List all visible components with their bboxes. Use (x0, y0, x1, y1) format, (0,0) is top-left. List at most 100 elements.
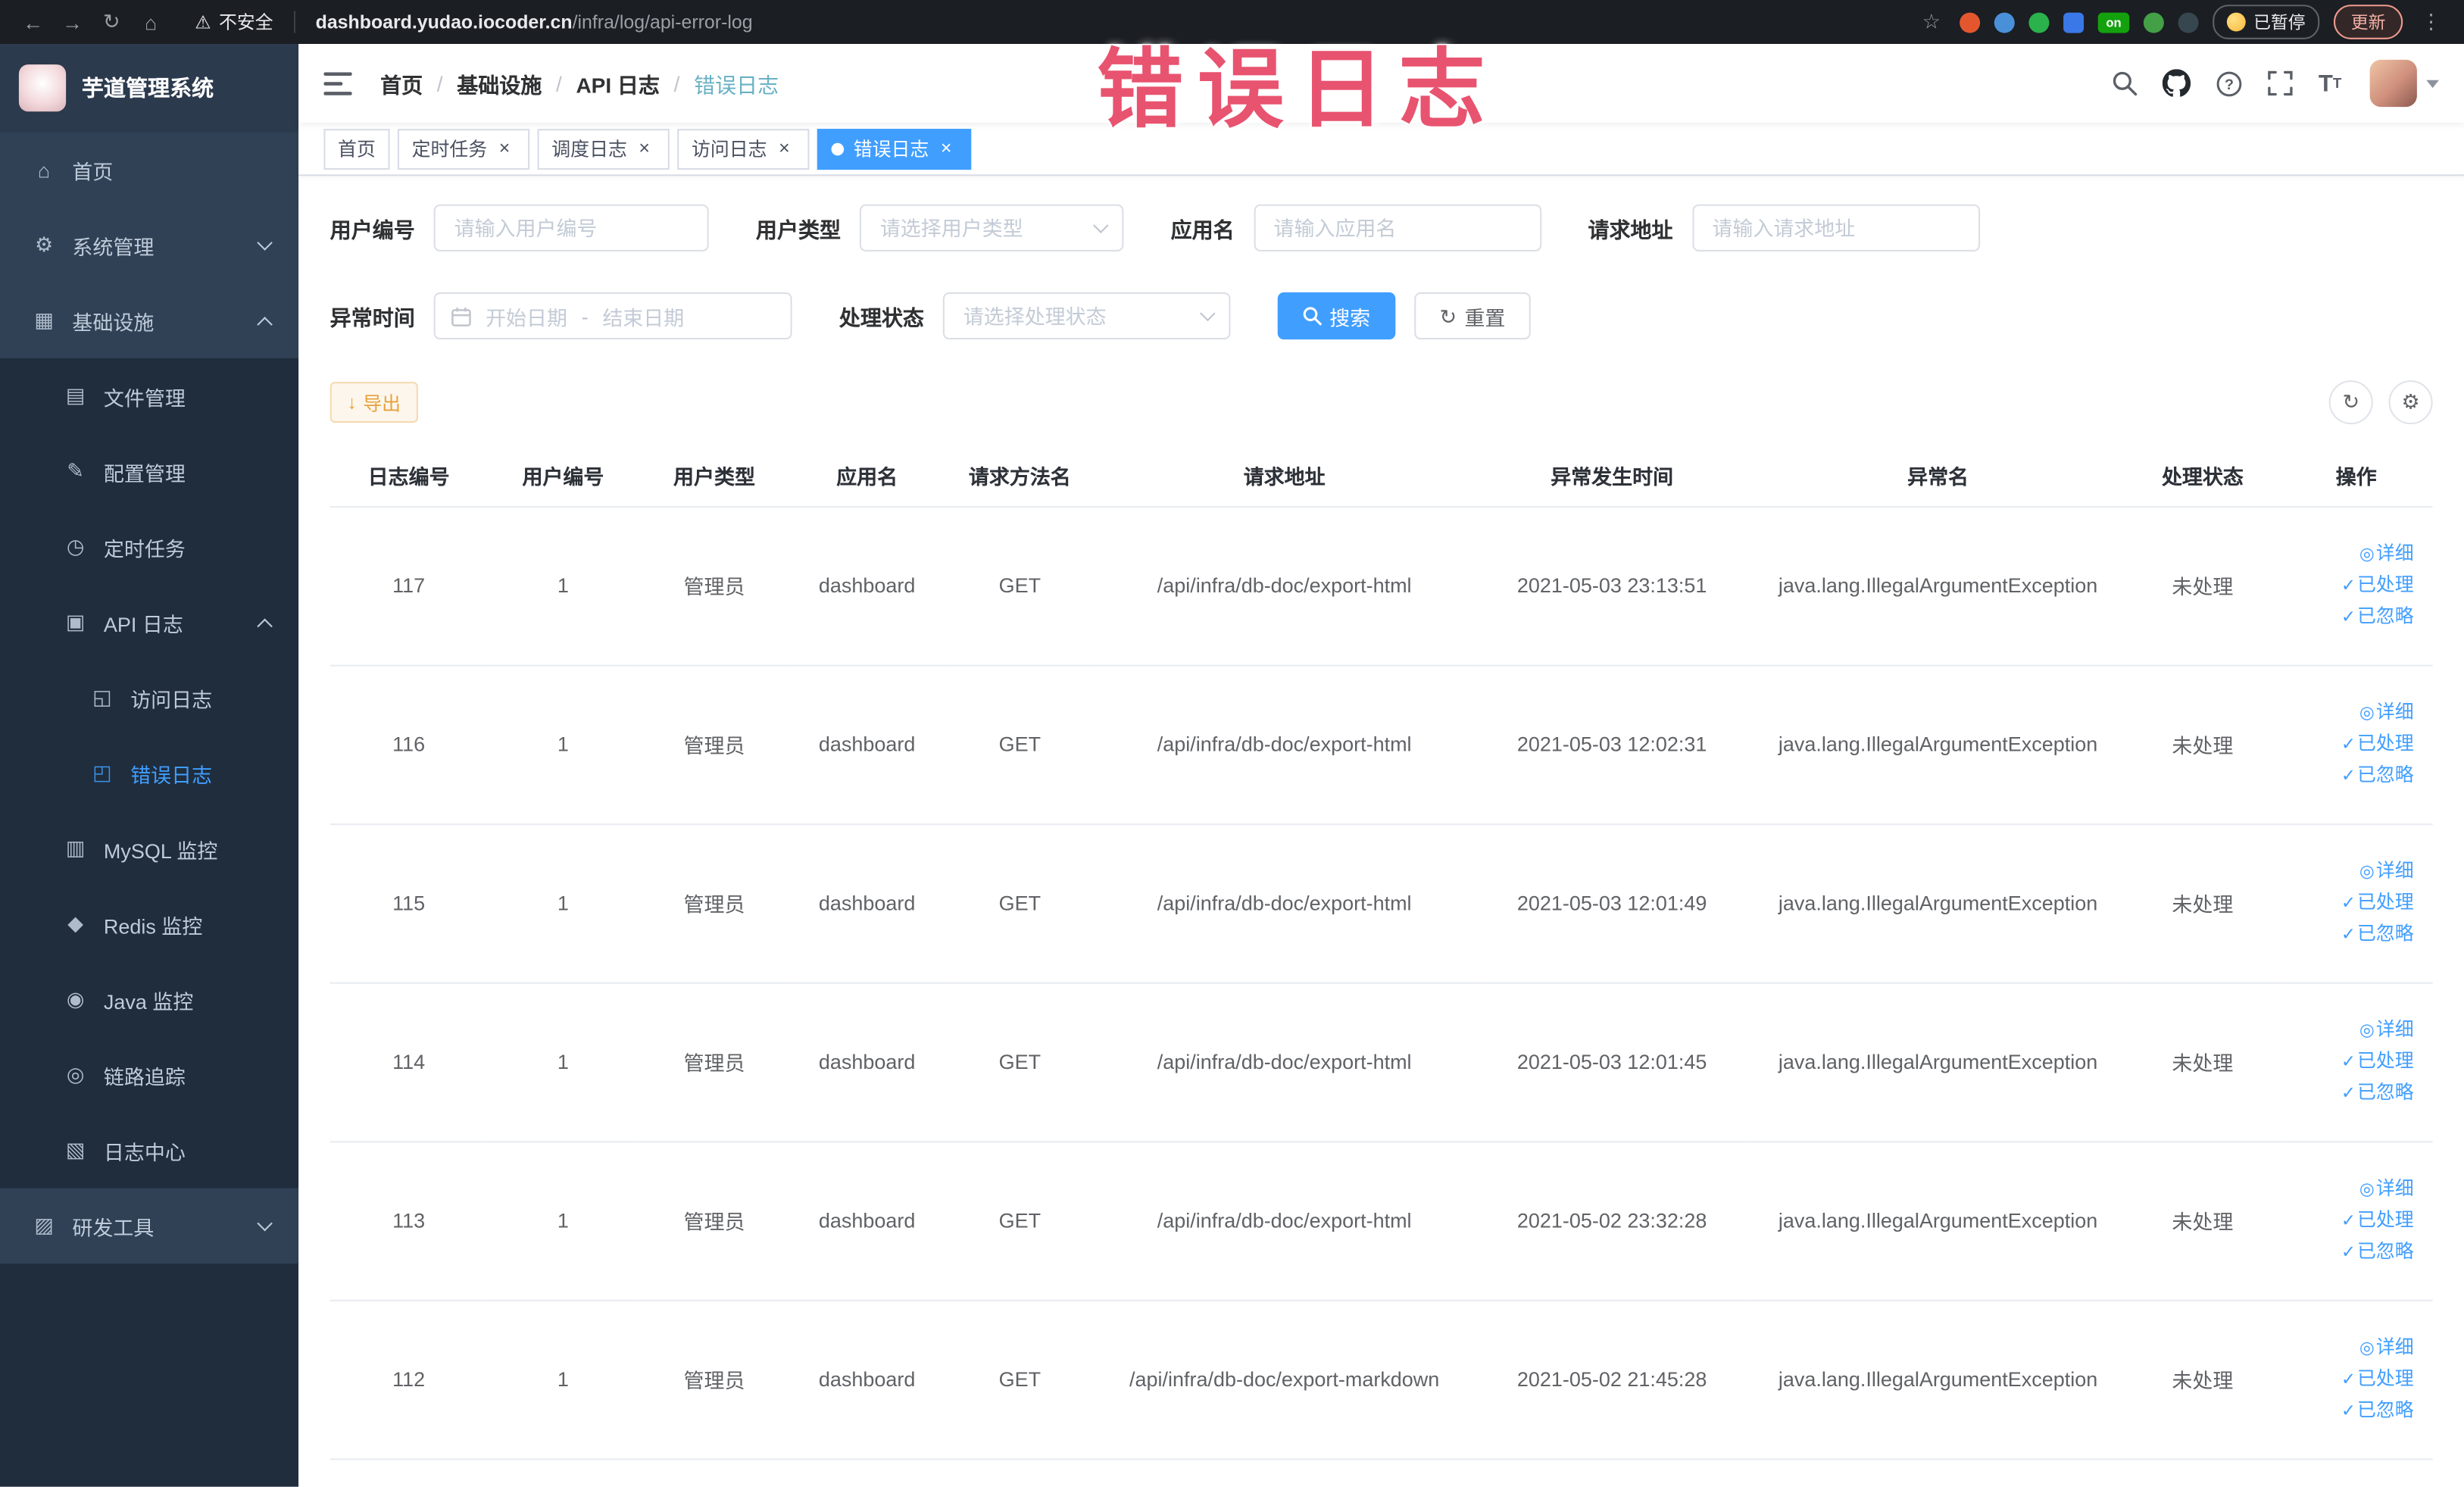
browser-menu-icon[interactable]: ⋮ (2417, 9, 2445, 34)
sidebar-item-mysql[interactable]: ▥ MySQL 监控 (0, 811, 299, 887)
extension-icon-1[interactable] (1960, 11, 1981, 33)
action-detail[interactable]: ◎ 详细 (2286, 539, 2414, 570)
help-icon[interactable]: ? (2216, 70, 2243, 96)
reset-button[interactable]: ↻ 重置 (1414, 292, 1531, 340)
action-detail[interactable]: ◎ 详细 (2286, 1014, 2414, 1045)
search-button[interactable]: 搜索 (1277, 292, 1396, 340)
app-logo[interactable]: 芋道管理系统 (0, 44, 299, 133)
cell-url: /api/infra/db-doc/export-html (1095, 823, 1474, 983)
app-name-label: 应用名 (1170, 218, 1235, 242)
cell-status: 未处理 (2125, 823, 2280, 983)
action-processed[interactable]: ✓ 已处理 (2286, 729, 2414, 760)
action-ignored[interactable]: ✓ 已忽略 (2286, 919, 2414, 950)
cell-method: GET (944, 664, 1096, 825)
security-indicator[interactable]: ⚠ 不安全 (195, 9, 273, 34)
tab-close-icon[interactable]: × (935, 136, 957, 160)
column-settings-button[interactable]: ⚙ (2388, 380, 2433, 425)
action-ignored[interactable]: ✓ 已忽略 (2286, 760, 2414, 791)
reload-icon[interactable]: ↻ (98, 9, 126, 34)
user-type-select[interactable] (859, 204, 1124, 251)
extension-on-badge[interactable]: on (2097, 11, 2130, 33)
sidebar-item-devtools[interactable]: ▨ 研发工具 (0, 1188, 299, 1264)
breadcrumb-item[interactable]: 基础设施 (457, 67, 542, 98)
home-icon[interactable]: ⌂ (136, 10, 164, 33)
tab-access-log[interactable]: 访问日志 × (677, 128, 810, 170)
action-ignored[interactable]: ✓ 已忽略 (2286, 601, 2414, 633)
bookmark-star-icon[interactable]: ☆ (1917, 9, 1945, 34)
extension-icon-4[interactable] (2063, 11, 2085, 33)
refresh-icon: ↻ (2342, 389, 2360, 414)
tab-error-log[interactable]: 错误日志 × (817, 128, 972, 170)
exception-time-range-picker[interactable]: 开始日期 - 结束日期 (433, 292, 792, 340)
request-url-input[interactable] (1691, 204, 1980, 251)
tab-job[interactable]: 定时任务 × (397, 128, 530, 170)
github-icon[interactable] (2163, 69, 2191, 97)
paused-badge[interactable]: 已暂停 (2213, 5, 2320, 39)
fullscreen-icon[interactable] (2268, 70, 2294, 96)
column-header: 用户类型 (639, 446, 790, 508)
sidebar-item-system[interactable]: ⚙ 系统管理 (0, 207, 299, 283)
user-menu[interactable] (2369, 59, 2439, 108)
cell-exception: java.lang.IllegalArgumentException (1750, 506, 2126, 666)
cell-app: dashboard (789, 506, 945, 666)
extension-icon-3[interactable] (2028, 11, 2050, 33)
app-name-input[interactable] (1253, 204, 1541, 251)
sidebar-item-api-log[interactable]: ▣ API 日志 (0, 584, 299, 661)
tab-close-icon[interactable]: × (633, 136, 655, 160)
cell-exception: java.lang.IllegalArgumentException (1750, 1299, 2126, 1460)
sidebar-item-config[interactable]: ✎ 配置管理 (0, 433, 299, 510)
user-type-select-input[interactable] (859, 204, 1124, 251)
extension-icon-2[interactable] (1994, 11, 2015, 33)
sidebar-item-home[interactable]: ⌂ 首页 (0, 132, 299, 208)
user-id-input[interactable] (433, 204, 709, 251)
sidebar-item-log-center[interactable]: ▧ 日志中心 (0, 1112, 299, 1189)
action-processed[interactable]: ✓ 已处理 (2286, 1046, 2414, 1077)
sidebar-item-file[interactable]: ▤ 文件管理 (0, 358, 299, 434)
action-detail[interactable]: ◎ 详细 (2286, 1173, 2414, 1204)
sidebar-item-job[interactable]: ◷ 定时任务 (0, 509, 299, 585)
sidebar-item-redis[interactable]: ◆ Redis 监控 (0, 886, 299, 962)
sidebar-item-access-log[interactable]: ◱ 访问日志 (0, 660, 299, 736)
cell-status: 未处理 (2125, 982, 2280, 1142)
tab-close-icon[interactable]: × (494, 136, 516, 160)
cell-actions: ◎ 详细 ✓ 已处理 ✓ 已忽略 (2279, 1299, 2433, 1460)
address-bar[interactable]: dashboard.yudao.iocoder.cn/infra/log/api… (316, 11, 753, 33)
status-select[interactable] (942, 292, 1231, 340)
sidebar-item-trace[interactable]: ◎ 链路追踪 (0, 1037, 299, 1113)
cell-user_id: 1 (487, 1141, 639, 1301)
action-processed[interactable]: ✓ 已处理 (2286, 1364, 2414, 1395)
tab-close-icon[interactable]: × (773, 136, 795, 160)
action-ignored[interactable]: ✓ 已忽略 (2286, 1077, 2414, 1108)
action-ignored[interactable]: ✓ 已忽略 (2286, 1395, 2414, 1426)
action-detail[interactable]: ◎ 详细 (2286, 856, 2414, 887)
tab-job-log[interactable]: 调度日志 × (537, 128, 670, 170)
breadcrumb-item[interactable]: API 日志 (576, 67, 660, 98)
forward-icon[interactable]: → (58, 10, 86, 33)
cell-user_id: 1 (487, 982, 639, 1142)
update-button[interactable]: 更新 (2333, 5, 2403, 39)
font-size-icon[interactable]: TT (2319, 71, 2341, 95)
sidebar-item-infra[interactable]: ▦ 基础设施 (0, 283, 299, 359)
tab-label: 访问日志 (691, 138, 767, 161)
back-icon[interactable]: ← (19, 10, 47, 33)
sidebar: 芋道管理系统 ⌂ 首页 ⚙ 系统管理 ▦ 基础设施 ▤ 文件管理 ✎ 配置管理 ◷ 定时任务 ▣ API … (0, 44, 299, 1487)
extension-paw-icon[interactable] (2178, 11, 2199, 33)
refresh-table-button[interactable]: ↻ (2328, 380, 2373, 425)
action-detail[interactable]: ◎ 详细 (2286, 1332, 2414, 1363)
action-processed[interactable]: ✓ 已处理 (2286, 570, 2414, 601)
breadcrumb-item[interactable]: 首页 (380, 67, 423, 98)
export-button[interactable]: ↓ 导出 (329, 382, 418, 423)
action-processed[interactable]: ✓ 已处理 (2286, 887, 2414, 918)
hamburger-icon[interactable] (323, 71, 352, 95)
action-processed[interactable]: ✓ 已处理 (2286, 1204, 2414, 1236)
extension-leaf-icon[interactable] (2143, 11, 2164, 33)
search-icon[interactable] (2113, 70, 2138, 96)
tab-home[interactable]: 首页 (323, 128, 390, 170)
sidebar-item-java[interactable]: ◉ Java 监控 (0, 961, 299, 1038)
monitor-icon: ▦ (34, 308, 54, 332)
action-ignored[interactable]: ✓ 已忽略 (2286, 1236, 2414, 1267)
sidebar-item-error-log[interactable]: ◰ 错误日志 (0, 735, 299, 811)
action-detail[interactable]: ◎ 详细 (2286, 697, 2414, 728)
status-select-input[interactable] (942, 292, 1231, 340)
topbar: 首页 / 基础设施 / API 日志 / 错误日志 ? TT (298, 44, 2464, 123)
